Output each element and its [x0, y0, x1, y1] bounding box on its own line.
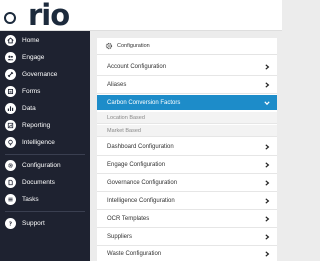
documents-icon — [5, 177, 16, 188]
forms-icon — [5, 86, 16, 97]
logo-text: rio — [28, 0, 70, 32]
row-aliases[interactable]: Aliases — [97, 77, 277, 94]
chevron-right-icon — [264, 180, 270, 186]
sidebar-item-tasks[interactable]: Tasks — [0, 192, 90, 207]
subrow-location-based[interactable]: Location Based — [97, 112, 277, 124]
sidebar-item-label: Configuration — [22, 162, 61, 169]
subrow-market-based[interactable]: Market Based — [97, 125, 277, 137]
chevron-right-icon — [264, 144, 270, 150]
home-icon — [5, 35, 16, 46]
sidebar-item-intelligence[interactable]: Intelligence — [0, 135, 90, 150]
row-label: Intelligence Configuration — [107, 198, 175, 204]
tasks-icon — [5, 194, 16, 205]
help-icon: ? — [5, 218, 16, 229]
chevron-right-icon — [264, 198, 270, 204]
chevron-right-icon — [264, 162, 270, 168]
row-ocr-templates[interactable]: OCR Templates — [97, 211, 277, 228]
row-label: Account Configuration — [107, 64, 167, 70]
sidebar-item-label: Data — [22, 105, 36, 112]
chevron-right-icon — [264, 251, 270, 257]
panel-header: Configuration — [97, 38, 277, 55]
sidebar-item-home[interactable]: Home — [0, 33, 90, 48]
row-label: Suppliers — [107, 234, 133, 240]
row-label: Governance Configuration — [107, 180, 178, 186]
row-engage-configuration[interactable]: Engage Configuration — [97, 157, 277, 174]
row-waste-configuration[interactable]: Waste Configuration — [97, 247, 277, 261]
row-account-configuration[interactable]: Account Configuration — [97, 59, 277, 76]
sidebar-item-engage[interactable]: Engage — [0, 50, 90, 65]
row-label: Dashboard Configuration — [107, 144, 174, 150]
row-governance-configuration[interactable]: Governance Configuration — [97, 175, 277, 192]
logo-ring-icon — [4, 11, 16, 24]
sidebar-divider — [5, 211, 85, 212]
row-label: Carbon Conversion Factors — [107, 99, 181, 106]
sidebar: Home Engage Governance Forms Data Report… — [0, 31, 90, 261]
row-dashboard-configuration[interactable]: Dashboard Configuration — [97, 139, 277, 156]
sidebar-item-label: Intelligence — [22, 139, 55, 146]
row-suppliers[interactable]: Suppliers — [97, 229, 277, 246]
page-title: Configuration — [117, 43, 150, 49]
row-carbon-conversion-factors[interactable]: Carbon Conversion Factors — [97, 95, 277, 110]
rio-logo[interactable]: rio — [4, 0, 70, 32]
top-bar: rio — [0, 0, 282, 31]
sidebar-item-label: Documents — [22, 179, 55, 186]
sidebar-divider — [5, 154, 85, 155]
svg-text:?: ? — [9, 222, 12, 227]
intelligence-icon — [5, 137, 16, 148]
sidebar-item-forms[interactable]: Forms — [0, 84, 90, 99]
chevron-right-icon — [264, 82, 270, 88]
sidebar-item-label: Tasks — [22, 196, 39, 203]
sidebar-item-data[interactable]: Data — [0, 101, 90, 116]
reporting-icon — [5, 120, 16, 131]
sidebar-item-label: Forms — [22, 88, 41, 95]
row-label: Market Based — [107, 127, 141, 134]
data-icon — [5, 103, 16, 114]
row-label: Waste Configuration — [107, 251, 162, 257]
row-label: OCR Templates — [107, 216, 150, 222]
sidebar-item-configuration[interactable]: Configuration — [0, 158, 90, 173]
chevron-right-icon — [264, 234, 270, 240]
sidebar-item-label: Support — [22, 220, 45, 227]
sidebar-item-label: Engage — [22, 54, 45, 61]
sidebar-item-label: Home — [22, 37, 40, 44]
sidebar-item-label: Governance — [22, 71, 58, 78]
row-label: Engage Configuration — [107, 162, 166, 168]
chevron-right-icon — [264, 216, 270, 222]
chevron-down-icon — [264, 100, 270, 106]
sidebar-item-label: Reporting — [22, 122, 51, 129]
gear-icon — [105, 42, 113, 50]
configuration-panel: Configuration Account Configuration Alia… — [97, 38, 277, 261]
sidebar-item-governance[interactable]: Governance — [0, 67, 90, 82]
row-intelligence-configuration[interactable]: Intelligence Configuration — [97, 193, 277, 210]
governance-icon — [5, 69, 16, 80]
gear-icon — [5, 160, 16, 171]
row-label: Location Based — [107, 114, 145, 121]
sidebar-item-support[interactable]: ? Support — [0, 216, 90, 231]
sidebar-item-reporting[interactable]: Reporting — [0, 118, 90, 133]
engage-icon — [5, 52, 16, 63]
sidebar-item-documents[interactable]: Documents — [0, 175, 90, 190]
chevron-right-icon — [264, 64, 270, 70]
row-label: Aliases — [107, 82, 127, 88]
